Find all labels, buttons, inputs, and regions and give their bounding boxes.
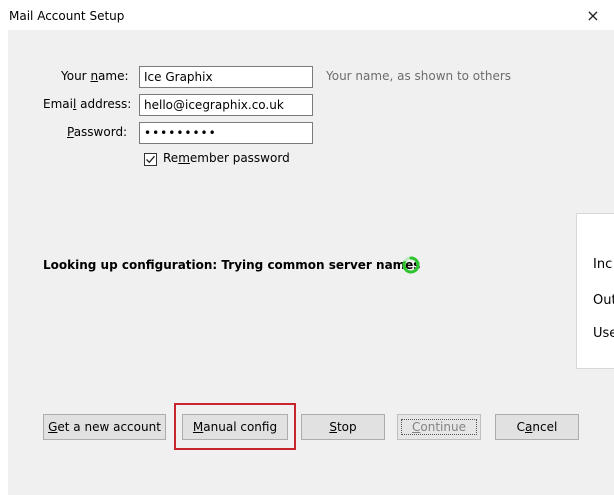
remember-password-checkbox[interactable] xyxy=(144,153,157,166)
outgoing-label: Out xyxy=(593,293,614,308)
cancel-button[interactable]: Cancel xyxy=(495,414,579,440)
title-bar: Mail Account Setup × xyxy=(0,0,614,30)
close-button[interactable]: × xyxy=(578,4,608,28)
password-input[interactable] xyxy=(139,122,313,144)
loading-spinner-icon xyxy=(402,256,420,274)
remember-password-label[interactable]: Remember password xyxy=(163,151,290,165)
email-label: Email address: xyxy=(43,97,132,111)
incoming-label: Inc xyxy=(593,257,613,272)
password-label: Password: xyxy=(67,125,128,139)
server-settings-panel xyxy=(576,213,614,369)
manual-config-highlight xyxy=(174,403,296,450)
window-title: Mail Account Setup xyxy=(9,9,125,23)
username-label: Use xyxy=(593,326,614,341)
stop-button[interactable]: Stop xyxy=(301,414,385,440)
checkmark-icon xyxy=(146,155,155,164)
name-label: Your name: xyxy=(61,69,129,83)
email-input[interactable] xyxy=(139,94,313,116)
get-new-account-button[interactable]: Get a new account xyxy=(43,414,166,440)
name-input[interactable] xyxy=(139,66,313,88)
name-hint: Your name, as shown to others xyxy=(326,69,512,83)
close-icon: × xyxy=(586,6,600,25)
status-text: Looking up configuration: Trying common … xyxy=(43,258,421,272)
continue-button[interactable]: Continue xyxy=(397,414,481,440)
